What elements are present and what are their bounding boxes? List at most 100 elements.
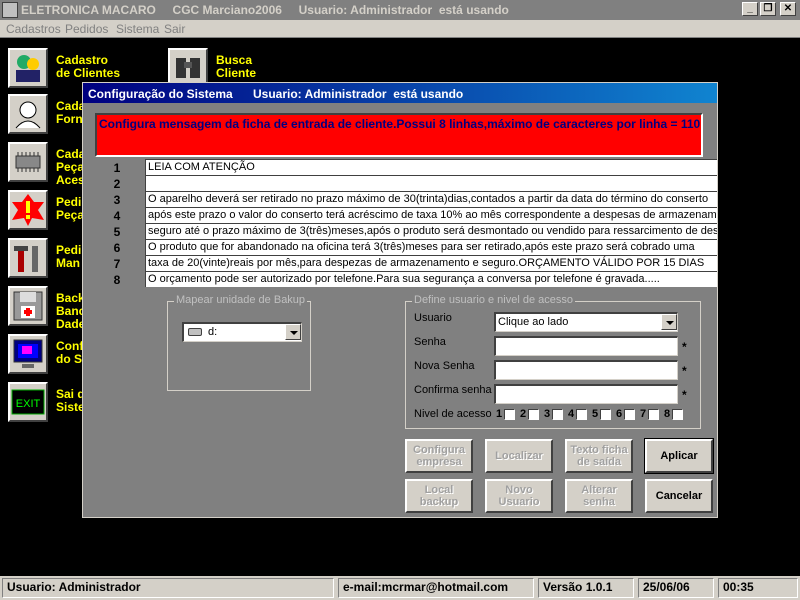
line-number: 3 (113, 193, 121, 207)
nivel-number: 2 (520, 408, 527, 420)
nivel-number: 1 (496, 408, 503, 420)
configura-empresa-button[interactable]: Configura empresa (405, 439, 473, 473)
app-icon[interactable] (2, 2, 18, 18)
nova-senha-label: Nova Senha (414, 360, 475, 372)
chevron-down-icon[interactable] (285, 324, 301, 340)
status-user: Usuario: Administrador (2, 578, 334, 598)
launcher-label: Cadastro de Clientes (56, 53, 121, 80)
nivel-number: 8 (664, 408, 671, 420)
user-group-legend: Define usuario e nivel de acesso (412, 294, 575, 306)
dialog-user-status: Usuario: Administrador está usando (253, 87, 464, 101)
launcher-label: Busca Cliente (216, 53, 257, 80)
menu-sistema[interactable]: Sistema (116, 22, 159, 36)
confirma-senha-label: Confirma senha (414, 384, 492, 396)
alterar-senha-button[interactable]: Alterar senha (565, 479, 633, 513)
message-banner: Configura mensagem da ficha de entrada d… (95, 113, 703, 157)
nova-senha-input[interactable] (494, 360, 678, 380)
status-date: 25/06/06 (638, 578, 714, 598)
nivel-8-checkbox[interactable] (672, 409, 683, 420)
nivel-number: 3 (544, 408, 551, 420)
menu-sair[interactable]: Sair (164, 22, 185, 36)
close-button[interactable]: ✕ (780, 2, 796, 16)
required-mark: * (682, 388, 687, 402)
nivel-acesso-checkboxes: 1 2 3 4 5 6 7 8 (494, 408, 694, 424)
aplicar-button[interactable]: Aplicar (644, 438, 714, 474)
senha-label: Senha (414, 336, 446, 348)
message-line-6[interactable]: O produto que for abandonado na oficina … (145, 239, 717, 255)
launcher-label: Back Banc Dade (56, 291, 86, 331)
menu-bar: Cadastros Pedidos Sistema Sair (0, 20, 800, 38)
nivel-4-checkbox[interactable] (576, 409, 587, 420)
menu-pedidos[interactable]: Pedidos (65, 22, 108, 36)
nivel-3-checkbox[interactable] (552, 409, 563, 420)
cancelar-button[interactable]: Cancelar (645, 479, 713, 513)
message-line-8[interactable]: O orçamento pode ser autorizado por tele… (145, 271, 717, 287)
restore-button[interactable]: ❐ (760, 2, 776, 16)
nivel-number: 5 (592, 408, 599, 420)
alert-icon[interactable] (8, 190, 48, 230)
drive-value: d: (208, 326, 218, 338)
launcher-label: Cada Peça Aces (56, 147, 86, 187)
people-icon[interactable] (8, 48, 48, 88)
message-line-7[interactable]: taxa de 20(vinte)reais por mês,para desp… (145, 255, 717, 271)
chevron-down-icon[interactable] (661, 314, 677, 330)
message-line-1[interactable]: LEIA COM ATENÇÃO (145, 159, 717, 175)
line-number: 8 (113, 273, 121, 287)
usuario-value: Clique ao lado (498, 316, 569, 328)
message-line-4[interactable]: após este prazo o valor do conserto terá… (145, 207, 717, 223)
line-number: 5 (113, 225, 121, 239)
message-line-3[interactable]: O aparelho deverá ser retirado no prazo … (145, 191, 717, 207)
chip-icon[interactable] (8, 142, 48, 182)
main-window-title: ELETRONICA MACARO CGC Marciano2006 Usuar… (21, 3, 509, 17)
backup-group: Mapear unidade de Bakup d: (167, 294, 311, 391)
launcher-label: Conf do Si (56, 339, 86, 366)
floppy-icon[interactable] (8, 286, 48, 326)
svg-text:EXIT: EXIT (16, 398, 41, 410)
banner-text: Configura mensagem da ficha de entrada d… (99, 117, 701, 131)
launcher-label: Sai d Siste (56, 387, 85, 414)
line-number: 1 (113, 161, 121, 175)
nivel-7-checkbox[interactable] (648, 409, 659, 420)
dialog-title: Configuração do Sistema (88, 87, 233, 101)
line-number: 4 (113, 209, 121, 223)
line-number: 7 (113, 257, 121, 271)
status-bar: Usuario: Administrador e-mail:mcrmar@hot… (0, 576, 800, 600)
drive-select[interactable]: d: (182, 322, 302, 342)
launcher-label: Cada Forn (56, 99, 86, 126)
message-line-5[interactable]: seguro até o prazo máximo de 3(três)mese… (145, 223, 717, 239)
status-time: 00:35 (718, 578, 798, 598)
nivel-number: 6 (616, 408, 623, 420)
required-mark: * (682, 340, 687, 354)
localizar-button[interactable]: Localizar (485, 439, 553, 473)
senha-input[interactable] (494, 336, 678, 356)
phone-person-icon[interactable] (8, 94, 48, 134)
nivel-number: 7 (640, 408, 647, 420)
usuario-select[interactable]: Clique ao lado (494, 312, 678, 332)
drive-icon (188, 328, 202, 336)
local-backup-button[interactable]: Local backup (405, 479, 473, 513)
status-version: Versão 1.0.1 (538, 578, 634, 598)
nivel-number: 4 (568, 408, 575, 420)
dialog-title-bar[interactable]: Configuração do Sistema Usuario: Adminis… (83, 83, 717, 103)
menu-cadastros[interactable]: Cadastros (6, 22, 61, 36)
texto-ficha-saida-button[interactable]: Texto ficha de saída (565, 439, 633, 473)
main-title-bar: ELETRONICA MACARO CGC Marciano2006 Usuar… (0, 0, 800, 20)
nivel-5-checkbox[interactable] (600, 409, 611, 420)
config-dialog: Configuração do Sistema Usuario: Adminis… (82, 82, 718, 518)
launcher-label: Pedi Peça (56, 195, 85, 222)
tools-icon[interactable] (8, 238, 48, 278)
exit-icon[interactable]: EXIT (8, 382, 48, 422)
nivel-1-checkbox[interactable] (504, 409, 515, 420)
novo-usuario-button[interactable]: Novo Usuario (485, 479, 553, 513)
monitor-icon[interactable] (8, 334, 48, 374)
nivel-6-checkbox[interactable] (624, 409, 635, 420)
message-line-2[interactable] (145, 175, 717, 191)
backup-group-legend: Mapear unidade de Bakup (174, 294, 308, 306)
line-number: 2 (113, 177, 121, 191)
confirma-senha-input[interactable] (494, 384, 678, 404)
line-number: 6 (113, 241, 121, 255)
required-mark: * (682, 364, 687, 378)
minimize-button[interactable]: _ (742, 2, 758, 16)
usuario-label: Usuario (414, 312, 452, 324)
nivel-2-checkbox[interactable] (528, 409, 539, 420)
